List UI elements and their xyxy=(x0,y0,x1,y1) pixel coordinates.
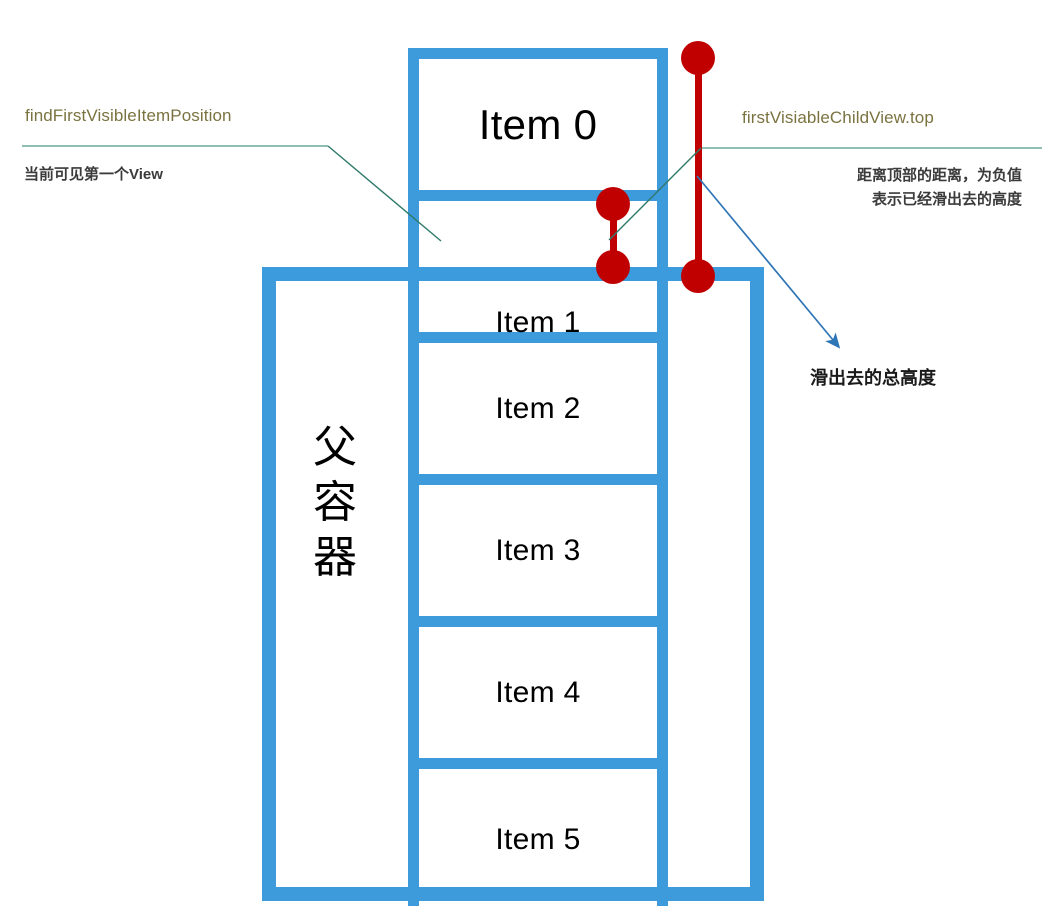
parent-container-label: 父 容 器 xyxy=(300,420,370,585)
list-item[interactable]: Item 0 xyxy=(419,59,657,201)
first-visible-child-top-start-dot xyxy=(596,187,630,221)
left-annotation-title: findFirstVisibleItemPosition xyxy=(25,106,232,125)
right-annotation-body-line-2: 表示已经滑出去的高度 xyxy=(871,191,1022,208)
total-scrolled-height-stem xyxy=(695,58,702,276)
total-scrolled-height-start-dot xyxy=(681,41,715,75)
total-scrolled-height-label: 滑出去的总高度 xyxy=(810,368,936,388)
diagram-canvas: findFirstVisibleItemPosition 当前可见第一个View… xyxy=(0,0,1042,916)
parent-label-char: 容 xyxy=(313,478,357,527)
right-annotation-title: firstVisiableChildView.top xyxy=(742,108,934,127)
parent-label-char: 器 xyxy=(313,533,357,582)
parent-label-char: 父 xyxy=(313,423,357,472)
first-visible-child-top-end-dot xyxy=(596,250,630,284)
right-annotation-divider xyxy=(700,147,1042,149)
left-annotation-divider xyxy=(22,145,328,147)
item-label: Item 0 xyxy=(478,100,598,148)
total-scrolled-height-end-dot xyxy=(681,259,715,293)
right-annotation-body-line-1: 距离顶部的距离，为负值 xyxy=(856,167,1022,184)
left-annotation-body: 当前可见第一个View xyxy=(24,166,163,183)
